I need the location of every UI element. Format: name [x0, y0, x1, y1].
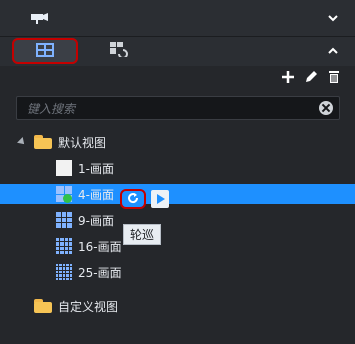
play-icon	[157, 194, 165, 204]
folder-icon	[34, 299, 52, 313]
search-input[interactable]	[17, 97, 319, 121]
tree-item-label: 1-画面	[78, 161, 114, 176]
trash-icon[interactable]	[326, 69, 342, 85]
tree-item-9-screen[interactable]: 9-画面	[56, 210, 355, 230]
tour-tooltip: 轮巡	[123, 224, 162, 245]
tree-item-label: 16-画面	[78, 239, 122, 254]
tree-node-custom-view[interactable]: 自定义视图	[34, 296, 355, 316]
layout-16-icon	[56, 238, 72, 254]
view-toolbar	[0, 66, 355, 90]
grid-refresh-icon	[109, 41, 129, 61]
tab-views[interactable]	[12, 38, 78, 64]
tree-item-4-screen[interactable]: 4-画面	[0, 184, 355, 204]
tree-node-default-view[interactable]: 默认视图	[17, 132, 355, 152]
grid-view-icon	[36, 42, 54, 61]
chevron-down-icon[interactable]	[325, 10, 341, 26]
layout-1-icon	[56, 160, 72, 176]
folder-icon	[34, 135, 52, 149]
clear-search-icon[interactable]	[319, 101, 333, 115]
tree-node-label: 默认视图	[58, 135, 107, 150]
layout-4-icon	[56, 186, 72, 203]
expand-triangle-icon[interactable]	[17, 137, 27, 147]
tour-button[interactable]	[120, 189, 146, 209]
play-button[interactable]	[151, 190, 169, 208]
view-tree: 默认视图 1-画面 4-画面 9-画面 16-画面 25-画面 自定义视图	[0, 122, 355, 344]
layout-9-icon	[56, 212, 72, 228]
tree-item-1-screen[interactable]: 1-画面	[56, 158, 355, 178]
search-box	[16, 96, 340, 121]
tree-item-label: 25-画面	[78, 265, 122, 280]
active-status-icon	[63, 194, 72, 203]
refresh-icon	[126, 190, 140, 209]
tree-node-label: 自定义视图	[58, 299, 119, 314]
tree-item-16-screen[interactable]: 16-画面	[56, 236, 355, 256]
tree-item-label: 9-画面	[78, 213, 114, 228]
chevron-up-icon[interactable]	[325, 43, 341, 59]
tab-tour[interactable]	[86, 38, 152, 64]
camera-icon[interactable]	[30, 10, 50, 26]
layout-25-icon	[56, 264, 72, 280]
plus-icon[interactable]	[280, 69, 296, 85]
pencil-icon[interactable]	[303, 69, 319, 85]
tree-item-25-screen[interactable]: 25-画面	[56, 262, 355, 282]
top-bar	[0, 0, 355, 36]
tree-item-label: 4-画面	[78, 187, 114, 202]
